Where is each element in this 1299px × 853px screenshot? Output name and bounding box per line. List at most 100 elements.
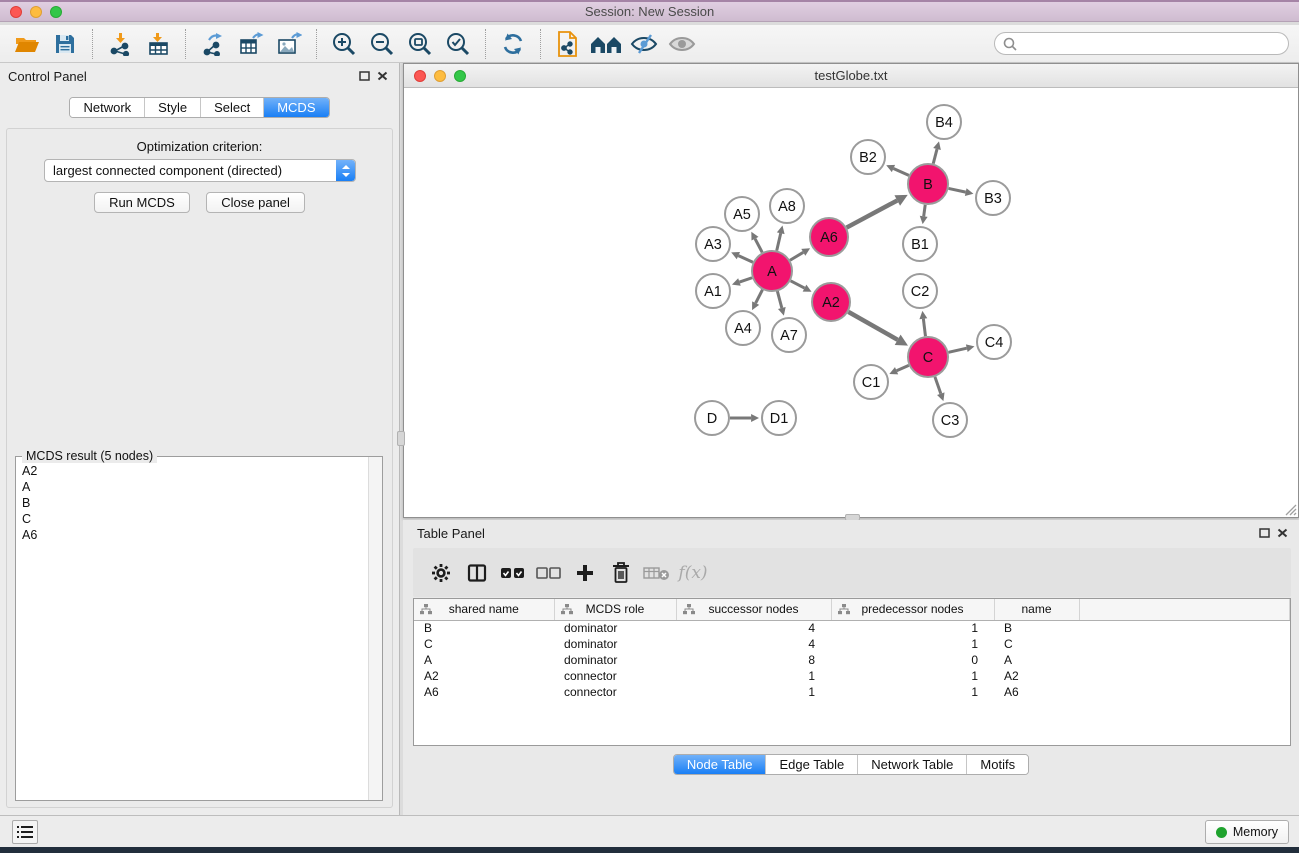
graph-node-A6[interactable]: A6 (810, 218, 848, 256)
graph-node-C4[interactable]: C4 (977, 325, 1011, 359)
graph-edge-A2-C[interactable] (848, 312, 897, 340)
import-network-button[interactable] (104, 28, 136, 60)
tab-mcds[interactable]: MCDS (263, 98, 328, 117)
node-table[interactable]: shared nameMCDS rolesuccessor nodesprede… (413, 598, 1291, 746)
tab-style[interactable]: Style (144, 98, 200, 117)
graph-edge-A-A6[interactable] (790, 252, 803, 260)
graph-node-B[interactable]: B (908, 164, 948, 204)
table-cell[interactable]: 1 (676, 668, 831, 684)
show-graphics-details-button[interactable] (666, 28, 698, 60)
tab-network[interactable]: Network (70, 98, 144, 117)
export-image-button[interactable] (273, 28, 305, 60)
close-table-panel-button[interactable] (1273, 525, 1291, 541)
graph-node-A3[interactable]: A3 (696, 227, 730, 261)
save-session-button[interactable] (49, 28, 81, 60)
search-input[interactable] (1017, 33, 1288, 54)
tab-motifs[interactable]: Motifs (966, 755, 1028, 774)
column-header[interactable]: MCDS role (554, 599, 676, 620)
table-cell[interactable]: A6 (994, 684, 1079, 700)
tab-edge-table[interactable]: Edge Table (765, 755, 857, 774)
export-network-button[interactable] (197, 28, 229, 60)
vertical-divider-handle[interactable] (397, 431, 405, 446)
zoom-selected-button[interactable] (442, 28, 474, 60)
task-history-button[interactable] (12, 820, 38, 844)
result-item[interactable]: A (17, 479, 367, 495)
import-table-button[interactable] (142, 28, 174, 60)
graph-edge-C-C4[interactable] (948, 348, 966, 352)
zoom-in-button[interactable] (328, 28, 360, 60)
hide-graphics-details-button[interactable] (628, 28, 660, 60)
column-header[interactable]: predecessor nodes (831, 599, 994, 620)
open-session-button[interactable] (11, 28, 43, 60)
show-all-networks-button[interactable] (590, 28, 622, 60)
column-header[interactable]: shared name (414, 599, 554, 620)
graph-edge-A-A5[interactable] (755, 239, 762, 253)
table-cell[interactable]: 4 (676, 636, 831, 652)
graph-edge-B-B4[interactable] (933, 149, 937, 164)
graph-node-A1[interactable]: A1 (696, 274, 730, 308)
table-cell[interactable]: A6 (414, 684, 554, 700)
table-cell[interactable]: 1 (831, 636, 994, 652)
graph-edge-A6-B[interactable] (847, 200, 898, 227)
result-item[interactable]: C (17, 511, 367, 527)
table-cell[interactable]: B (994, 620, 1079, 636)
graph-edge-A-A2[interactable] (791, 281, 805, 288)
table-cell[interactable]: 1 (676, 684, 831, 700)
graph-edge-A-A1[interactable] (739, 278, 752, 282)
result-item[interactable]: A6 (17, 527, 367, 543)
table-row[interactable]: Bdominator41B (414, 620, 1290, 636)
table-row[interactable]: A2connector11A2 (414, 668, 1290, 684)
table-cell[interactable]: 1 (831, 684, 994, 700)
tab-network-table[interactable]: Network Table (857, 755, 966, 774)
result-item[interactable]: B (17, 495, 367, 511)
table-cell[interactable]: 8 (676, 652, 831, 668)
float-panel-button[interactable] (355, 68, 373, 84)
network-canvas[interactable]: B4B2BB3A5A8A6A3B1AA1C2A2A4A7CC4C1C3DD1 (404, 88, 1298, 517)
graph-node-A7[interactable]: A7 (772, 318, 806, 352)
delete-column-button[interactable] (603, 555, 639, 591)
zoom-out-button[interactable] (366, 28, 398, 60)
column-header[interactable]: name (994, 599, 1079, 620)
table-cell[interactable]: A (994, 652, 1079, 668)
table-row[interactable]: Adominator80A (414, 652, 1290, 668)
select-all-button[interactable] (495, 555, 531, 591)
table-row[interactable]: Cdominator41C (414, 636, 1290, 652)
graph-node-A[interactable]: A (752, 251, 792, 291)
criterion-dropdown[interactable]: largest connected component (directed) (44, 159, 356, 182)
split-table-button[interactable] (459, 555, 495, 591)
result-item[interactable]: A2 (17, 463, 367, 479)
float-table-panel-button[interactable] (1255, 525, 1273, 541)
table-cell[interactable]: A2 (994, 668, 1079, 684)
graph-node-C[interactable]: C (908, 337, 948, 377)
graph-node-C3[interactable]: C3 (933, 403, 967, 437)
export-table-button[interactable] (235, 28, 267, 60)
graph-node-C1[interactable]: C1 (854, 365, 888, 399)
close-panel-button-inline[interactable]: Close panel (206, 192, 305, 213)
result-scrollbar[interactable] (368, 457, 382, 800)
graph-node-B4[interactable]: B4 (927, 105, 961, 139)
graph-node-A4[interactable]: A4 (726, 311, 760, 345)
graph-node-B2[interactable]: B2 (851, 140, 885, 174)
graph-edge-A-A8[interactable] (777, 233, 781, 250)
table-row[interactable]: A6connector11A6 (414, 684, 1290, 700)
network-window-titlebar[interactable]: testGlobe.txt (404, 64, 1298, 88)
graph-node-D[interactable]: D (695, 401, 729, 435)
graph-edge-B-B2[interactable] (893, 168, 908, 175)
table-cell[interactable]: 1 (831, 668, 994, 684)
table-cell[interactable]: connector (554, 668, 676, 684)
table-cell[interactable]: C (414, 636, 554, 652)
table-cell[interactable]: A (414, 652, 554, 668)
memory-button[interactable]: Memory (1205, 820, 1289, 844)
graph-node-C2[interactable]: C2 (903, 274, 937, 308)
tab-select[interactable]: Select (200, 98, 263, 117)
graph-edge-A-A3[interactable] (738, 256, 753, 263)
tab-node-table[interactable]: Node Table (674, 755, 766, 774)
zoom-fit-button[interactable] (404, 28, 436, 60)
graph-edge-A-A4[interactable] (756, 290, 763, 303)
table-cell[interactable]: 0 (831, 652, 994, 668)
function-builder-button[interactable]: f(x) (675, 555, 711, 591)
table-cell[interactable]: 4 (676, 620, 831, 636)
add-column-button[interactable] (567, 555, 603, 591)
table-settings-button[interactable] (423, 555, 459, 591)
graph-edge-C-C2[interactable] (923, 319, 925, 336)
